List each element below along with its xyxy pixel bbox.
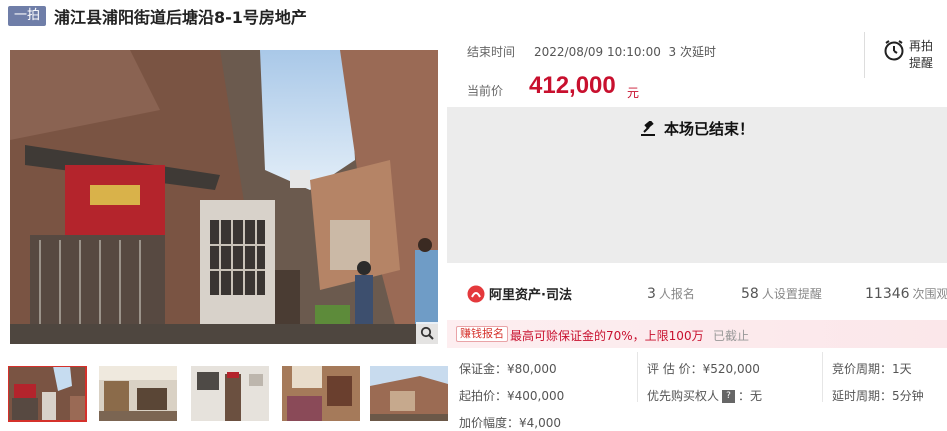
deposit-credit-promo[interactable]: 赚钱报名 最高可赊保证金的70%，上限100万 已截止 [447, 320, 947, 348]
current-price-value: 412,000 [529, 72, 616, 99]
zoom-button[interactable] [416, 322, 438, 344]
rebid-reminder-label: 再拍提醒 [909, 39, 934, 70]
platform-name: 阿里资产·司法 [489, 288, 572, 303]
promo-tag: 赚钱报名 [456, 326, 508, 342]
deposit-value: 保证金：¥80,000 [459, 362, 557, 376]
thumbnail-4[interactable] [282, 366, 360, 421]
column-divider [822, 352, 823, 402]
priority-help-icon[interactable]: ? [722, 390, 736, 403]
thumbnail-5[interactable] [370, 366, 448, 421]
thumbnail-3[interactable] [191, 366, 269, 421]
ali-assets-logo-icon [467, 285, 485, 302]
title-bar: 一拍 浦江县浦阳街道后塘沿8-1号房地产 [8, 5, 307, 27]
start-price-value: 起拍价：¥400,000 [459, 389, 565, 403]
platform-logo[interactable]: 阿里资产·司法 [467, 284, 572, 303]
appraisal-value: 评 估 价：¥520,000 [647, 362, 760, 376]
auction-details: 保证金：¥80,000 评 估 价：¥520,000 竞价周期：1天 起拍价：¥… [447, 350, 947, 431]
auction-round-badge: 一拍 [8, 6, 47, 26]
thumbnail-1[interactable] [8, 366, 87, 422]
thumbnail-strip [8, 366, 448, 422]
gavel-icon [640, 120, 655, 136]
signup-count: 3 人报名 [647, 286, 695, 302]
bid-increment-value: 加价幅度：¥4,000 [459, 416, 561, 430]
priority-buyer-value: ：无 [738, 389, 763, 403]
auction-ended-panel: 本场已结束！ [447, 107, 947, 263]
main-photo[interactable] [10, 50, 438, 344]
priority-buyer-label: 优先购买权人 [647, 389, 720, 403]
view-count: 11346 次围观 [865, 286, 947, 302]
alarm-clock-icon [884, 40, 904, 61]
reminder-count: 58 人设置提醒 [741, 286, 822, 302]
current-price-label: 当前价 [467, 84, 504, 98]
thumbnail-2[interactable] [99, 366, 177, 421]
end-time-label: 结束时间 [467, 45, 516, 59]
promo-text: 最高可赊保证金的70%，上限100万 [510, 329, 704, 343]
magnifier-icon [420, 326, 434, 340]
extension-cycle-value: 延时周期：5分钟 [832, 389, 924, 403]
priority-buyer: 优先购买权人? ：无 [647, 387, 762, 404]
page-title: 浦江县浦阳街道后塘沿8-1号房地产 [54, 8, 307, 27]
end-time-value: 2022/08/09 10:10:00 3 次延时 [534, 45, 716, 59]
auction-info: 结束时间 2022/08/09 10:10:00 3 次延时 当前价 412,0… [447, 30, 947, 110]
bidding-cycle-value: 竞价周期：1天 [832, 362, 912, 376]
main-photo-image [10, 50, 438, 344]
promo-status: 已截止 [713, 329, 750, 343]
stats-row: 阿里资产·司法 3 人报名 58 人设置提醒 11346 次围观 [447, 270, 947, 318]
current-price-unit: 元 [627, 86, 640, 100]
auction-ended-text: 本场已结束！ [663, 120, 754, 138]
rebid-reminder-button[interactable]: 再拍提醒 [883, 38, 939, 72]
vertical-divider [864, 32, 865, 78]
column-divider [637, 352, 638, 402]
